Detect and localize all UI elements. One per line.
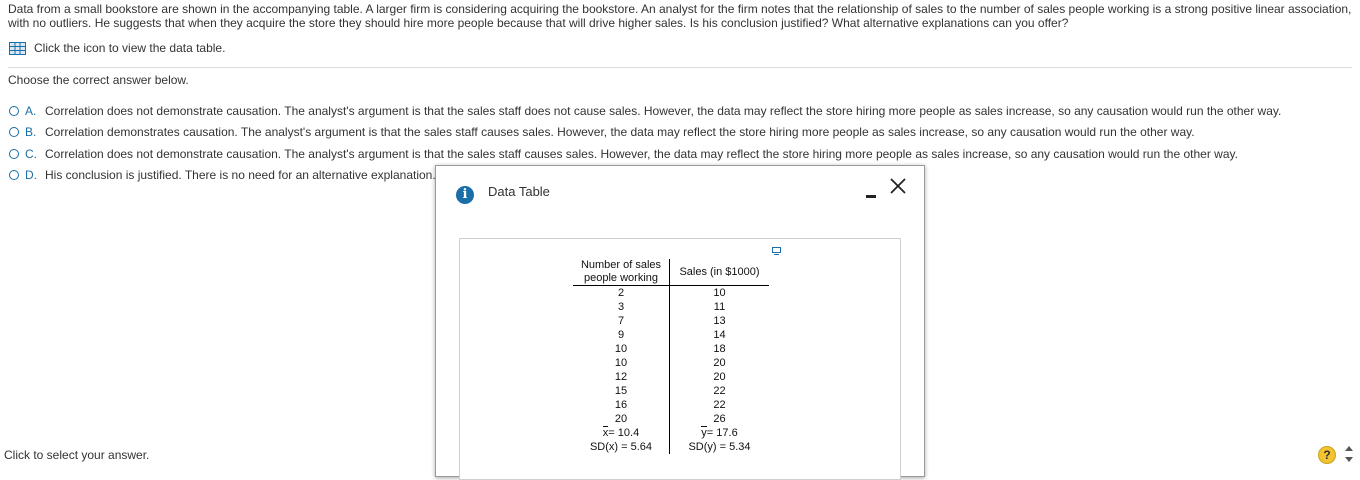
table-row: 16 22 [573,398,769,412]
table-row: 2 10 [573,285,769,300]
mean-x-symbol: x [602,426,609,439]
table-row: 15 22 [573,384,769,398]
status-text: Click to select your answer. [4,448,150,462]
minimize-icon[interactable] [864,182,884,202]
option-a[interactable]: A. Correlation does not demonstrate caus… [9,104,1281,118]
table-row: 3 11 [573,300,769,314]
column-header-sales: Sales (in $1000) [669,259,769,286]
table-cell: 10 [573,356,670,370]
option-d[interactable]: D. His conclusion is justified. There is… [9,168,436,182]
table-row: 12 20 [573,370,769,384]
table-cell: 2 [573,285,670,300]
question-text: Data from a small bookstore are shown in… [8,2,1352,30]
table-cell: 20 [713,371,726,383]
copy-icon[interactable] [772,247,781,255]
scroll-arrows-icon[interactable] [1344,444,1354,464]
mean-y-value: = 17.6 [706,427,738,439]
table-cell: 12 [573,370,670,384]
table-cell: 9 [573,328,670,342]
table-row: 10 20 [573,356,769,370]
data-table-dialog: i Data Table Number of sales people work… [435,165,925,480]
mean-x-value: = 10.4 [608,427,640,439]
option-b-radio[interactable] [9,127,19,137]
table-row: 10 18 [573,342,769,356]
table-row: 9 14 [573,328,769,342]
option-a-text[interactable]: Correlation does not demonstrate causati… [45,104,1281,118]
mean-y-symbol: y [701,426,707,439]
data-table-link[interactable]: Click the icon to view the data table. [9,41,225,55]
mean-x: x= 10.4 [573,426,670,440]
option-c[interactable]: C. Correlation does not demonstrate caus… [9,147,1238,161]
option-d-radio[interactable] [9,170,19,180]
option-c-letter: C. [25,147,37,161]
table-cell: 18 [713,343,726,355]
option-d-letter: D. [25,168,37,182]
option-b-text[interactable]: Correlation demonstrates causation. The … [45,125,1195,139]
option-c-text[interactable]: Correlation does not demonstrate causati… [45,147,1238,161]
table-cell: 20 [713,357,726,369]
option-a-letter: A. [25,104,37,118]
sd-y: SD(y) = 5.34 [688,441,751,453]
divider [8,67,1352,68]
table-cell: 10 [573,342,670,356]
info-icon: i [456,186,474,204]
option-c-radio[interactable] [9,149,19,159]
data-table: Number of sales people working Sales (in… [573,259,769,454]
table-cell: 22 [713,399,726,411]
data-link-label[interactable]: Click the icon to view the data table. [34,41,225,55]
table-cell: 15 [573,384,670,398]
option-d-text[interactable]: His conclusion is justified. There is no… [45,168,436,182]
instruction-text: Choose the correct answer below. [8,73,189,87]
table-cell: 11 [713,301,726,313]
table-icon[interactable] [9,41,26,55]
table-cell: 7 [573,314,670,328]
sd-x: SD(x) = 5.64 [573,440,670,454]
mean-y: y= 17.6 [670,426,770,440]
table-row: 7 13 [573,314,769,328]
table-cell: 22 [713,385,726,397]
table-cell: 26 [713,413,726,425]
option-a-radio[interactable] [9,106,19,116]
table-cell: 16 [573,398,670,412]
table-cell: 14 [713,329,726,341]
table-cell: 10 [713,287,726,299]
option-b[interactable]: B. Correlation demonstrates causation. T… [9,125,1195,139]
table-cell: 20 [573,412,670,426]
table-row: 20 26 [573,412,769,426]
option-b-letter: B. [25,125,37,139]
close-icon[interactable] [888,176,908,196]
table-cell: 13 [713,315,726,327]
dialog-title: Data Table [488,184,550,199]
help-button[interactable]: ? [1318,446,1336,464]
sd-row: SD(x) = 5.64 SD(y) = 5.34 [573,440,769,454]
column-header-people: Number of sales people working [573,259,670,286]
data-table-frame: Number of sales people working Sales (in… [459,238,901,480]
table-cell: 3 [573,300,670,314]
mean-row: x= 10.4 y= 17.6 [573,426,769,440]
